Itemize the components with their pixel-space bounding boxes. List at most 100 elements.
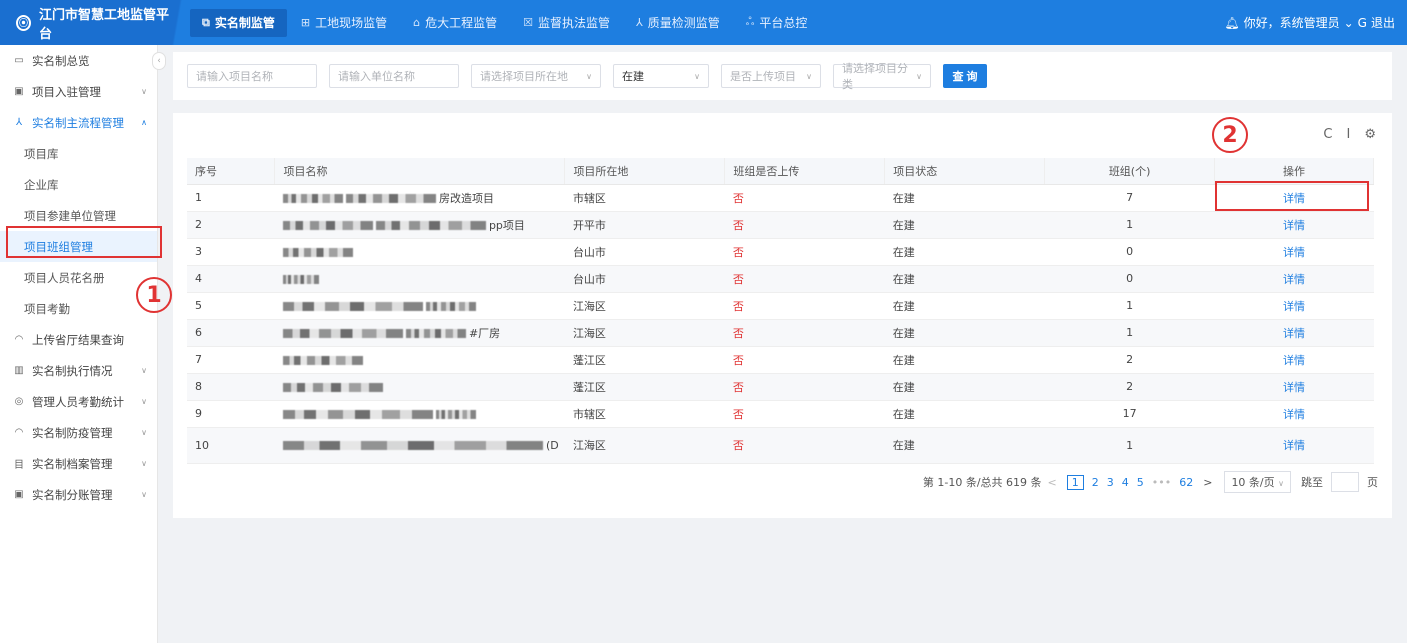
cell-group-count: 0 (1044, 238, 1215, 266)
table-row: 10 (D 江海区否在建 1 详情 (187, 427, 1374, 464)
location-select[interactable]: 请选择项目所在地 ∨ (471, 64, 601, 88)
project-name-visible: (D (545, 438, 559, 452)
cell-index: 7 (187, 346, 275, 374)
chevron-down-icon: ∨ (141, 428, 147, 437)
query-button[interactable]: 查 询 (943, 64, 987, 88)
sidebar-item-2[interactable]: ⅄ 实名制主流程管理 ∧ (0, 107, 157, 138)
prev-page-icon[interactable]: < (1048, 476, 1057, 489)
nav-item-3[interactable]: ☒ 监督执法监管 (511, 9, 622, 37)
sidebar-item-label: 实名制分账管理 (32, 487, 113, 502)
nav-item-1[interactable]: ⊞ 工地现场监管 (289, 9, 399, 37)
table-row: 5 江海区否在建 1 详情 (187, 292, 1374, 320)
uploaded-select[interactable]: 是否上传项目 ∨ (721, 64, 821, 88)
cell-status: 在建 (884, 319, 1045, 347)
chevron-down-icon: ∨ (916, 71, 922, 81)
sidebar-subitem-1[interactable]: 企业库 (0, 169, 157, 200)
chevron-down-icon: ∨ (141, 87, 147, 96)
detail-link[interactable]: 详情 (1283, 300, 1305, 313)
cell-index: 2 (187, 211, 275, 239)
sidebar-subitem-0[interactable]: 项目库 (0, 138, 157, 169)
column-height-icon[interactable]: Ⅰ (1347, 127, 1351, 142)
column-header: 项目名称 (274, 158, 566, 185)
page-5[interactable]: 5 (1137, 476, 1144, 489)
logout-icon[interactable]: G (1358, 16, 1367, 30)
detail-link[interactable]: 详情 (1283, 327, 1305, 340)
page-•••: ••• (1151, 475, 1172, 489)
sidebar-item-0[interactable]: ▭ 实名制总览 (0, 45, 157, 76)
column-header: 班组是否上传 (724, 158, 886, 185)
sidebar-item-label: 实名制档案管理 (32, 456, 113, 471)
sidebar-collapse-icon[interactable]: ‹ (152, 52, 166, 70)
sidebar-item-lower-0[interactable]: ◠ 上传省厅结果查询 (0, 324, 157, 355)
unit-name-input[interactable]: 请输入单位名称 (329, 64, 459, 88)
page-size-value: 10 条/页 (1231, 476, 1275, 489)
annotation-circle-1: 1 (136, 277, 172, 313)
detail-link[interactable]: 详情 (1283, 408, 1305, 421)
sidebar-subitem-5[interactable]: 项目考勤 (0, 293, 157, 324)
cell-location: 蓬江区 (564, 346, 725, 374)
chevron-down-icon: ∨ (1278, 479, 1284, 488)
page-size-select[interactable]: 10 条/页 ∨ (1224, 471, 1291, 493)
status-select[interactable]: 在建 ∨ (613, 64, 709, 88)
page-62[interactable]: 62 (1179, 476, 1193, 489)
cell-status: 在建 (884, 400, 1045, 428)
page-3[interactable]: 3 (1107, 476, 1114, 489)
cell-index: 1 (187, 184, 275, 212)
sidebar-item-lower-2[interactable]: ◎ 管理人员考勤统计 ∨ (0, 386, 157, 417)
page-4[interactable]: 4 (1122, 476, 1129, 489)
cell-uploaded: 否 (724, 211, 885, 239)
detail-link[interactable]: 详情 (1283, 246, 1305, 259)
sidebar-item-lower-1[interactable]: ▥ 实名制执行情况 ∨ (0, 355, 157, 386)
column-header: 项目所在地 (564, 158, 726, 185)
id-card-icon: ⧉ (202, 15, 210, 29)
building-icon: ⌂ (413, 16, 421, 29)
cell-uploaded: 否 (724, 373, 885, 401)
chevron-down-icon: ∨ (141, 490, 147, 499)
bell-icon[interactable]: 🔔︎ (1224, 16, 1239, 30)
next-page-icon[interactable]: > (1203, 476, 1212, 489)
cell-project-name (274, 238, 565, 266)
project-name-input[interactable]: 请输入项目名称 (187, 64, 317, 88)
sidebar-item-lower-4[interactable]: 目实名制档案管理 ∨ (0, 448, 157, 479)
cell-project-name: #厂房 (274, 319, 565, 347)
nav-item-5[interactable]: ஃ 平台总控 (734, 9, 820, 37)
detail-link[interactable]: 详情 (1283, 354, 1305, 367)
app-brand[interactable]: ⦿ 江门市智慧工地监管平台 (0, 0, 170, 45)
redacted-text (282, 382, 383, 392)
page-1[interactable]: 1 (1066, 474, 1084, 490)
cell-uploaded: 否 (724, 319, 885, 347)
settings-icon[interactable]: ⚙ (1364, 127, 1376, 142)
detail-link[interactable]: 详情 (1283, 273, 1305, 286)
chevron-down-icon[interactable]: ⌄ (1344, 16, 1354, 30)
refresh-icon[interactable]: C (1323, 127, 1332, 142)
user-greeting[interactable]: 你好，系统管理员 (1244, 14, 1340, 31)
team-table: 序号 项目名称 项目所在地 班组是否上传 项目状态 班组(个) 操作 1 房改造项目 市辖区否在… (187, 158, 1374, 464)
nav-item-0[interactable]: ⧉ 实名制监管 (190, 8, 287, 37)
column-header: 序号 (187, 158, 276, 185)
nav-item-2[interactable]: ⌂ 危大工程监管 (401, 9, 509, 37)
cell-status: 在建 (884, 346, 1045, 374)
detail-link[interactable]: 详情 (1283, 219, 1305, 232)
sidebar-subitem-4[interactable]: 项目人员花名册 (0, 262, 157, 293)
chart-icon: ▥ (14, 365, 24, 376)
nav-item-4[interactable]: ⅄ 质量检测监管 (624, 9, 732, 37)
detail-link[interactable]: 详情 (1283, 381, 1305, 394)
logout-link[interactable]: 退出 (1371, 14, 1395, 31)
user-area: 🔔︎ 你好，系统管理员 ⌄ G 退出 (1220, 0, 1395, 45)
sidebar-item-1[interactable]: ▣ 项目入驻管理 ∨ (0, 76, 157, 107)
detail-link[interactable]: 详情 (1283, 439, 1305, 452)
redacted-text (282, 194, 343, 203)
nav-item-label: 实名制监管 (214, 16, 275, 30)
cell-action: 详情 (1214, 319, 1374, 347)
uploaded-select-placeholder: 是否上传项目 (730, 70, 796, 83)
cell-uploaded: 否 (724, 292, 885, 320)
cell-uploaded: 否 (724, 427, 885, 464)
chevron-down-icon: ∨ (694, 71, 700, 81)
sidebar-item-lower-3[interactable]: ◠ 实名制防疫管理 ∨ (0, 417, 157, 448)
sidebar-item-lower-5[interactable]: ▣ 实名制分账管理 ∨ (0, 479, 157, 510)
jump-page-input[interactable] (1331, 472, 1359, 492)
category-select[interactable]: 请选择项目分类 ∨ (833, 62, 931, 91)
cell-project-name (274, 292, 565, 320)
highlight-box-team-management (6, 226, 162, 258)
page-2[interactable]: 2 (1092, 476, 1099, 489)
